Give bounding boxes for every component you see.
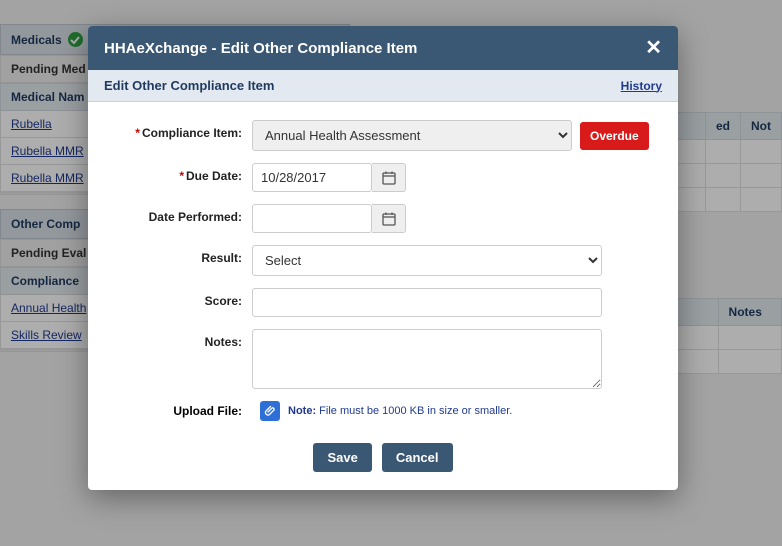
modal-sub-title: Edit Other Compliance Item bbox=[104, 78, 274, 93]
upload-file-label: Upload File: bbox=[112, 404, 252, 418]
due-date-input[interactable] bbox=[252, 163, 372, 192]
date-performed-input[interactable] bbox=[252, 204, 372, 233]
modal-body: *Compliance Item: Annual Health Assessme… bbox=[88, 102, 678, 433]
modal-title-text: HHAeXchange - Edit Other Compliance Item bbox=[104, 40, 417, 57]
due-date-label: *Due Date: bbox=[112, 163, 252, 183]
compliance-item-select[interactable]: Annual Health Assessment bbox=[252, 120, 572, 151]
history-link[interactable]: History bbox=[621, 79, 662, 93]
result-select[interactable]: Select bbox=[252, 245, 602, 276]
modal-subheader: Edit Other Compliance Item History bbox=[88, 70, 678, 102]
date-performed-calendar-icon[interactable] bbox=[372, 204, 406, 233]
due-date-calendar-icon[interactable] bbox=[372, 163, 406, 192]
result-label: Result: bbox=[112, 245, 252, 265]
modal-footer: Save Cancel bbox=[88, 433, 678, 490]
cancel-button[interactable]: Cancel bbox=[382, 443, 453, 472]
score-input[interactable] bbox=[252, 288, 602, 317]
save-button[interactable]: Save bbox=[313, 443, 371, 472]
date-performed-label: Date Performed: bbox=[112, 204, 252, 224]
notes-textarea[interactable] bbox=[252, 329, 602, 389]
paperclip-icon[interactable] bbox=[260, 401, 280, 421]
overdue-badge: Overdue bbox=[580, 122, 649, 150]
modal-titlebar: HHAeXchange - Edit Other Compliance Item… bbox=[88, 26, 678, 70]
compliance-item-label: *Compliance Item: bbox=[112, 120, 252, 140]
upload-note: Note: File must be 1000 KB in size or sm… bbox=[288, 405, 512, 417]
score-label: Score: bbox=[112, 288, 252, 308]
edit-compliance-modal: HHAeXchange - Edit Other Compliance Item… bbox=[88, 26, 678, 490]
close-icon[interactable]: ✕ bbox=[645, 38, 662, 58]
notes-label: Notes: bbox=[112, 329, 252, 349]
